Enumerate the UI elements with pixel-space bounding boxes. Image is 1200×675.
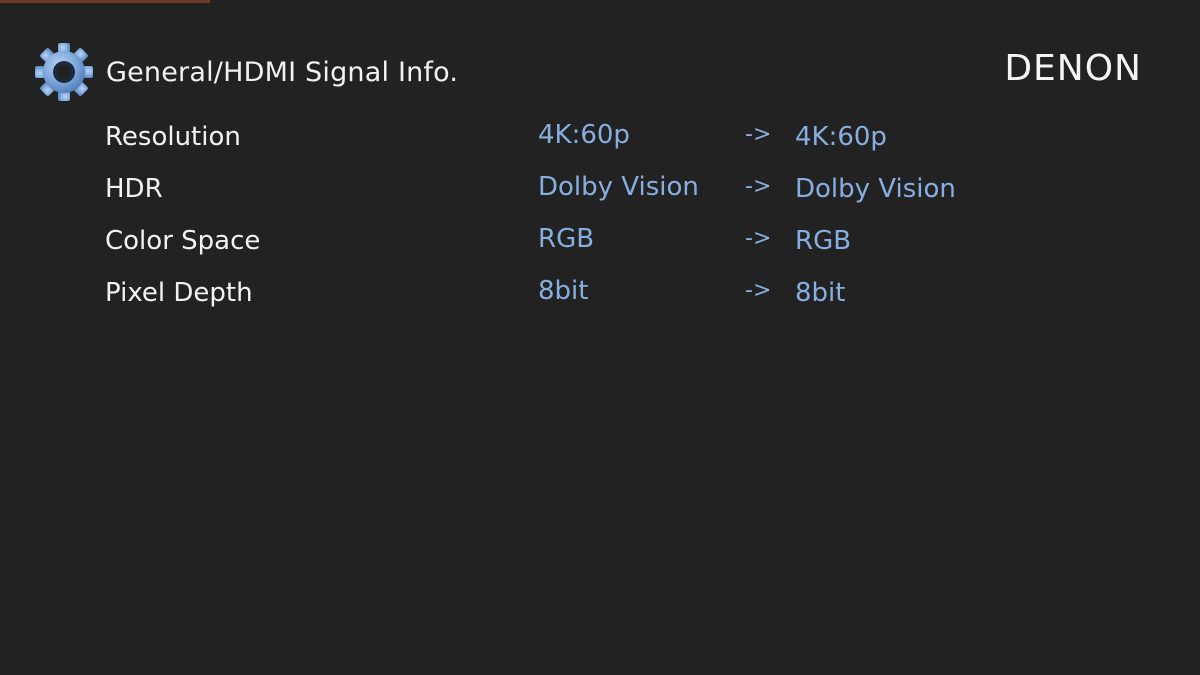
input-value: 8bit <box>538 276 589 306</box>
brand-logo: DENON <box>1004 48 1142 89</box>
arrow: -> <box>745 278 772 303</box>
arrow: -> <box>745 226 772 251</box>
gear-icon <box>35 43 93 101</box>
arrow: -> <box>745 122 772 147</box>
row-label: HDR <box>105 174 163 204</box>
input-value: RGB <box>538 224 595 254</box>
arrow: -> <box>745 174 772 199</box>
output-value: Dolby Vision <box>795 174 956 204</box>
info-row-pixel-depth: Pixel Depth 8bit -> 8bit <box>105 270 1105 322</box>
signal-info-screen: General/HDMI Signal Info. DENON Resoluti… <box>0 0 1200 675</box>
row-label: Color Space <box>105 226 261 256</box>
input-value: 4K:60p <box>538 120 630 150</box>
row-label: Resolution <box>105 122 241 152</box>
output-value: 4K:60p <box>795 122 887 152</box>
top-accent-bar <box>0 0 210 3</box>
row-label: Pixel Depth <box>105 278 253 308</box>
info-row-hdr: HDR Dolby Vision -> Dolby Vision <box>105 166 1105 218</box>
info-row-resolution: Resolution 4K:60p -> 4K:60p <box>105 114 1105 166</box>
info-row-color-space: Color Space RGB -> RGB <box>105 218 1105 270</box>
output-value: RGB <box>795 226 852 256</box>
output-value: 8bit <box>795 278 846 308</box>
header: General/HDMI Signal Info. <box>32 40 458 104</box>
page-title: General/HDMI Signal Info. <box>106 56 459 88</box>
input-value: Dolby Vision <box>538 172 699 202</box>
signal-info-table: Resolution 4K:60p -> 4K:60p HDR Dolby Vi… <box>105 114 1105 322</box>
